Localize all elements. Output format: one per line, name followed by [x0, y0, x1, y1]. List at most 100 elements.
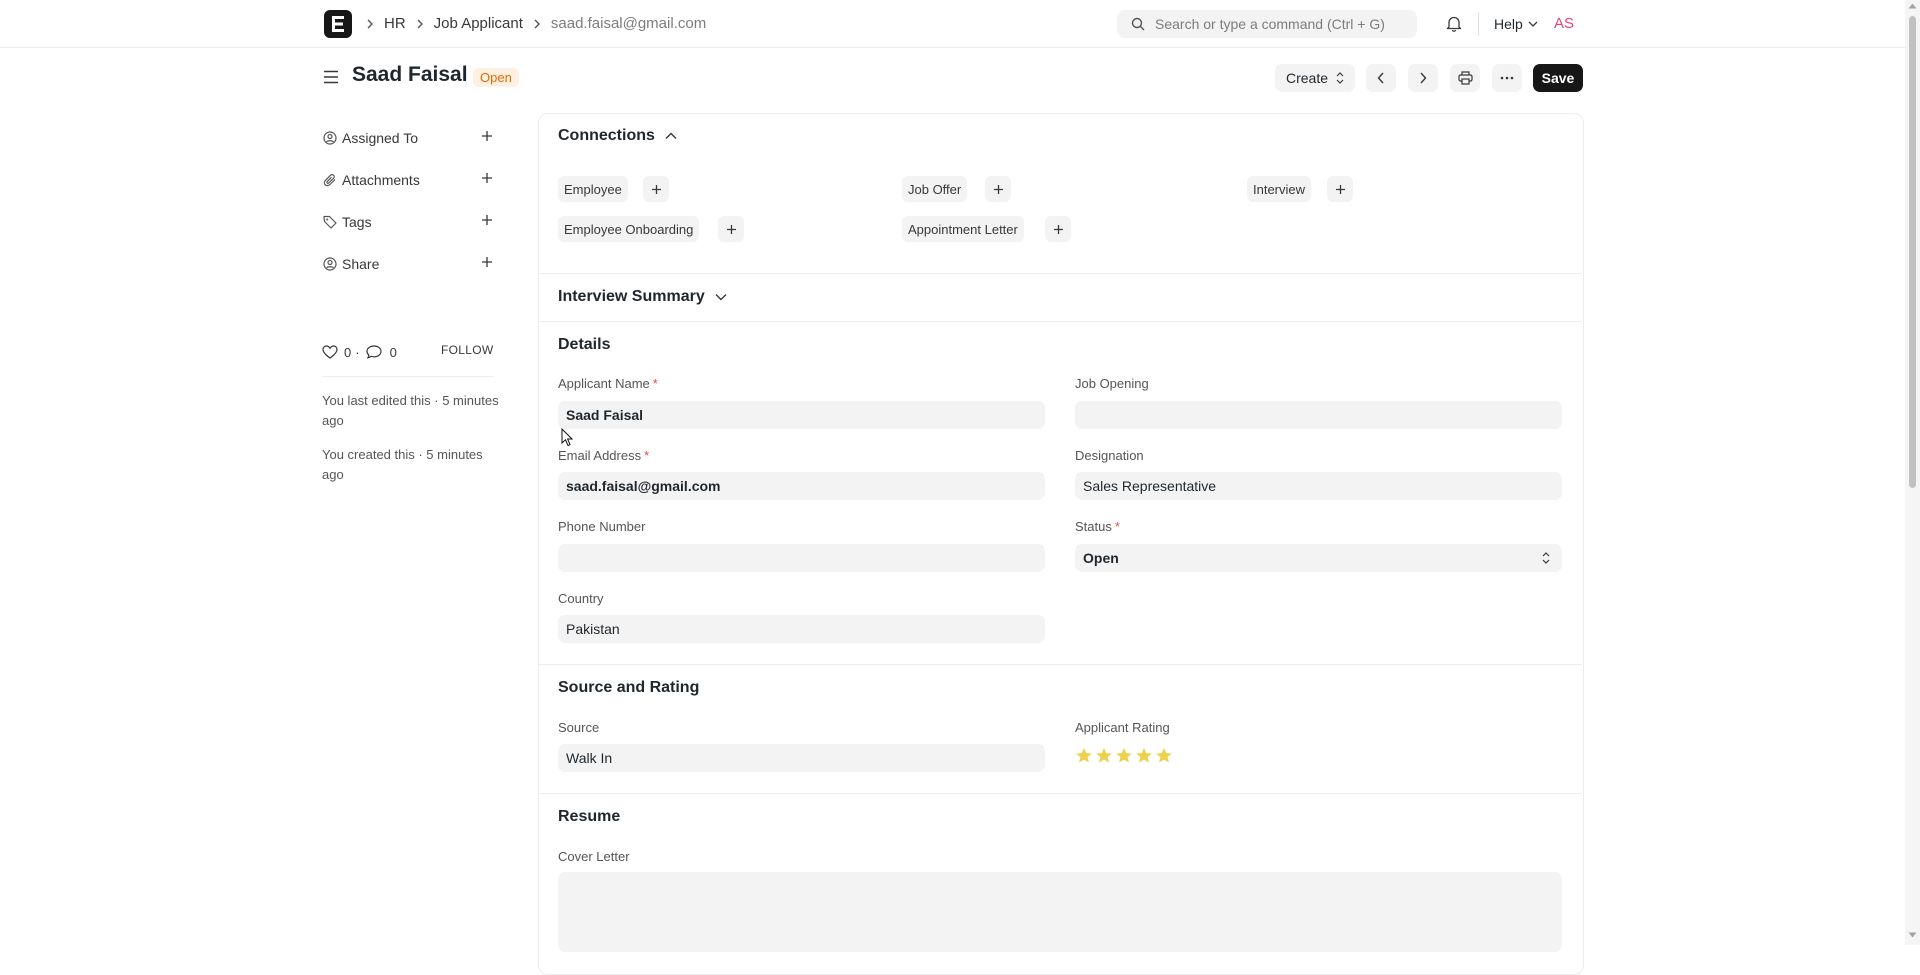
- add-appointment-letter-button[interactable]: [1045, 216, 1071, 242]
- create-button[interactable]: Create: [1275, 64, 1355, 92]
- country-field[interactable]: Pakistan: [558, 615, 1045, 643]
- section-title: Resume: [558, 808, 621, 825]
- rating-stars[interactable]: [1075, 747, 1175, 764]
- status-value: Open: [1083, 550, 1119, 566]
- plus-icon: [1053, 224, 1063, 234]
- chevron-down-icon: [715, 294, 727, 301]
- save-button[interactable]: Save: [1533, 64, 1583, 92]
- section-title: Interview Summary: [558, 288, 705, 305]
- sidebar-divider: [323, 376, 493, 377]
- scrollbar-thumb[interactable]: [1909, 16, 1916, 488]
- email-field[interactable]: saad.faisal@gmail.com: [558, 472, 1045, 500]
- add-job-offer-button[interactable]: [985, 176, 1011, 202]
- help-dropdown[interactable]: Help: [1494, 0, 1538, 47]
- paperclip-icon: [323, 173, 339, 187]
- comments-count: 0: [389, 344, 397, 360]
- phone-field[interactable]: [558, 544, 1045, 572]
- cover-letter-textarea[interactable]: [558, 872, 1562, 952]
- interview-summary-header[interactable]: Interview Summary: [558, 288, 727, 306]
- add-employee-onboarding-button[interactable]: [718, 216, 744, 242]
- plus-icon[interactable]: [481, 130, 493, 142]
- star-icon[interactable]: [1095, 747, 1113, 764]
- connection-interview[interactable]: Interview: [1247, 176, 1312, 202]
- comment-icon[interactable]: [365, 345, 382, 359]
- section-divider: [539, 793, 1582, 794]
- sidebar-item-assigned-to[interactable]: Assigned To: [323, 128, 493, 148]
- add-interview-button[interactable]: [1327, 176, 1353, 202]
- chevron-left-icon: [1377, 72, 1384, 84]
- notification-bell-icon[interactable]: [1446, 15, 1462, 32]
- chevron-right-icon: [366, 19, 374, 29]
- search-icon: [1131, 17, 1145, 31]
- search-bar[interactable]: [1117, 10, 1417, 38]
- sidebar-item-label: Share: [342, 256, 380, 272]
- email-label: Email Address *: [558, 448, 650, 463]
- avatar[interactable]: AS: [1554, 0, 1574, 47]
- mouse-cursor-icon: [561, 428, 573, 447]
- source-field[interactable]: Walk In: [558, 744, 1045, 772]
- source-rating-header: Source and Rating: [558, 679, 699, 697]
- previous-record-button[interactable]: [1366, 64, 1396, 92]
- plus-icon[interactable]: [481, 256, 493, 268]
- scroll-down-arrow-icon[interactable]: [1908, 932, 1917, 938]
- sidebar-item-label: Assigned To: [342, 130, 419, 146]
- app-logo[interactable]: [324, 10, 352, 38]
- likes-count: 0: [344, 344, 352, 360]
- plus-icon: [1335, 184, 1345, 194]
- connection-employee-onboarding[interactable]: Employee Onboarding: [558, 216, 700, 242]
- applicant-rating-label: Applicant Rating: [1075, 720, 1170, 735]
- sidebar-toggle-icon[interactable]: [323, 70, 339, 84]
- country-label: Country: [558, 591, 604, 606]
- separator-dot: ·: [355, 344, 360, 360]
- star-icon[interactable]: [1155, 747, 1173, 764]
- chevron-right-icon: [533, 19, 541, 29]
- connection-appointment-letter[interactable]: Appointment Letter: [902, 216, 1024, 242]
- applicant-name-label: Applicant Name *: [558, 376, 658, 391]
- select-arrows-icon: [1336, 72, 1344, 84]
- follow-button[interactable]: FOLLOW: [441, 343, 493, 357]
- sidebar-item-attachments[interactable]: Attachments: [323, 170, 493, 190]
- navbar-divider: [1478, 12, 1479, 36]
- navbar: HR Job Applicant saad.faisal@gmail.com H…: [0, 0, 1905, 48]
- cover-letter-label: Cover Letter: [558, 849, 630, 864]
- next-record-button[interactable]: [1408, 64, 1438, 92]
- assign-icon: [323, 131, 339, 145]
- status-select[interactable]: Open: [1075, 544, 1562, 572]
- job-opening-field[interactable]: [1075, 401, 1562, 429]
- breadcrumb-job-applicant[interactable]: Job Applicant: [434, 15, 523, 32]
- scroll-up-arrow-icon[interactable]: [1908, 3, 1917, 9]
- add-employee-button[interactable]: [643, 176, 669, 202]
- star-icon[interactable]: [1135, 747, 1153, 764]
- activity-last-edited: You last edited this · 5 minutes ago: [322, 393, 499, 428]
- sidebar-item-label: Tags: [342, 214, 372, 230]
- search-input[interactable]: [1155, 16, 1395, 32]
- tag-icon: [323, 215, 339, 229]
- print-button[interactable]: [1450, 64, 1480, 92]
- star-icon[interactable]: [1115, 747, 1133, 764]
- plus-icon: [651, 184, 661, 194]
- plus-icon[interactable]: [481, 172, 493, 184]
- activity-created: You created this · 5 minutes ago: [322, 447, 483, 482]
- connection-employee[interactable]: Employee: [558, 176, 628, 202]
- status-badge: Open: [473, 68, 519, 87]
- connections-header[interactable]: Connections: [558, 127, 677, 145]
- heart-icon[interactable]: [322, 345, 338, 359]
- sidebar-item-tags[interactable]: Tags: [323, 212, 493, 232]
- designation-field[interactable]: Sales Representative: [1075, 472, 1562, 500]
- chevron-right-icon: [416, 19, 424, 29]
- more-actions-button[interactable]: [1492, 64, 1522, 92]
- star-icon[interactable]: [1075, 747, 1093, 764]
- breadcrumb-hr[interactable]: HR: [384, 15, 406, 32]
- applicant-name-field[interactable]: Saad Faisal: [558, 401, 1045, 429]
- chevron-down-icon: [1528, 21, 1538, 27]
- section-divider: [539, 664, 1582, 665]
- sidebar-item-share[interactable]: Share: [323, 254, 493, 274]
- resume-header: Resume: [558, 808, 620, 826]
- section-divider: [539, 273, 1582, 274]
- breadcrumb-current[interactable]: saad.faisal@gmail.com: [551, 15, 706, 32]
- source-label: Source: [558, 720, 600, 735]
- connection-job-offer[interactable]: Job Offer: [902, 176, 968, 202]
- page-title: Saad Faisal: [352, 63, 468, 86]
- plus-icon[interactable]: [481, 214, 493, 226]
- job-opening-label: Job Opening: [1075, 376, 1149, 391]
